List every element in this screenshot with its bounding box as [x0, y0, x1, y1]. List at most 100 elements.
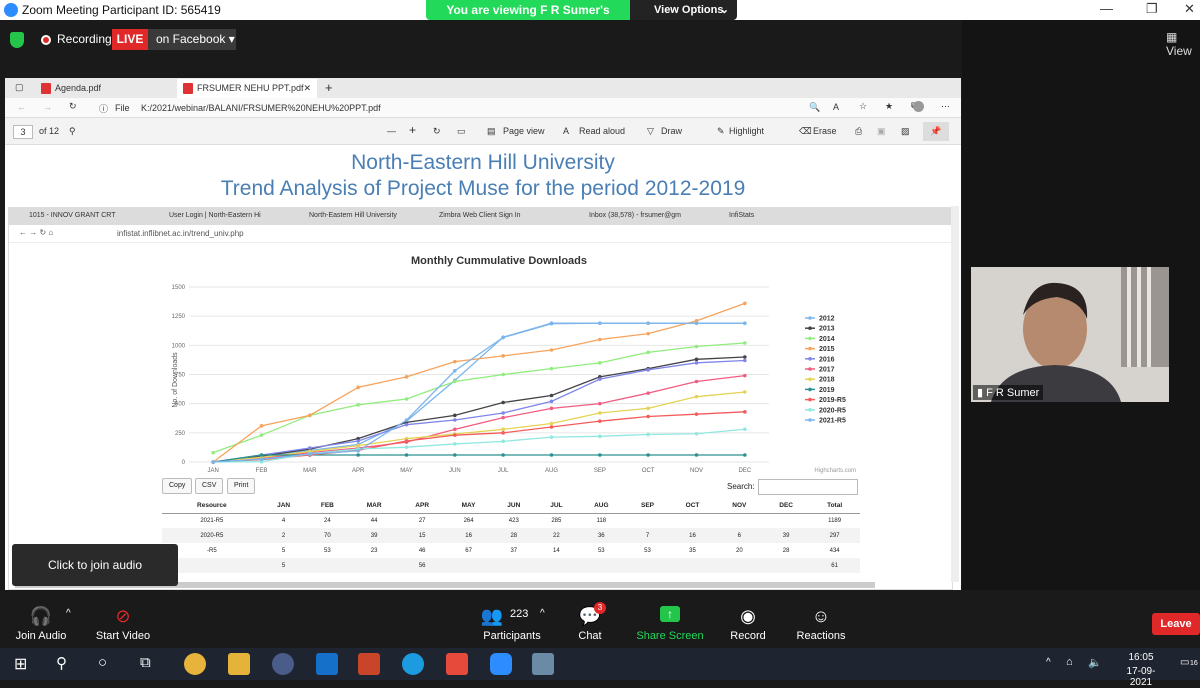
close-icon[interactable]: ✕: [1184, 1, 1195, 17]
data-point-2019: [549, 453, 554, 457]
draw-button[interactable]: Draw: [661, 126, 682, 136]
x-tick-label: FEB: [256, 468, 268, 474]
participants-chevron-icon[interactable]: ^: [540, 608, 545, 619]
data-point-2015: [501, 354, 505, 358]
read-aloud-button[interactable]: Read aloud: [579, 126, 625, 136]
page-view-button[interactable]: Page view: [503, 126, 545, 136]
security-shield-icon[interactable]: [10, 32, 24, 48]
legend-item: 2014: [819, 336, 835, 343]
fit-page-icon[interactable]: ▭: [457, 126, 466, 137]
scrollbar[interactable]: [951, 206, 959, 582]
more-menu-icon[interactable]: ⋯: [941, 101, 950, 112]
rotate-icon[interactable]: ↻: [433, 126, 441, 137]
tab-agenda-pdf[interactable]: Agenda.pdf: [35, 79, 175, 98]
participant-name: F R Sumer: [986, 387, 1040, 399]
shared-screen[interactable]: ▢ Agenda.pdf FRSUMER NEHU PPT.pdf ✕ + ← …: [5, 78, 961, 590]
anydesk-icon[interactable]: [446, 653, 468, 675]
save-as-icon[interactable]: ▨: [901, 126, 910, 137]
participant-video-tile[interactable]: [971, 267, 1169, 402]
zoom-icon[interactable]: 🔍: [809, 102, 820, 113]
gallery-view-button[interactable]: ▦ View: [1166, 30, 1200, 58]
table-cell: 20: [735, 547, 743, 554]
table-cell: 1189: [828, 517, 842, 524]
favorites-icon[interactable]: ★: [885, 101, 893, 112]
data-point-2013: [694, 357, 699, 362]
windows-start-icon[interactable]: ⊞: [14, 654, 27, 674]
highlight-button[interactable]: Highlight: [729, 126, 764, 136]
x-tick-label: JUN: [449, 468, 461, 474]
save-icon[interactable]: ▣: [877, 126, 886, 137]
url-field[interactable]: K:/2021/webinar/BALANI/FRSUMER%20NEHU%20…: [141, 103, 381, 113]
zoom-out-button[interactable]: —: [387, 126, 396, 136]
forward-icon[interactable]: →: [43, 102, 52, 112]
profile-avatar[interactable]: [913, 101, 924, 112]
search-icon[interactable]: ⚲: [69, 126, 76, 137]
data-point-2021-R5: [211, 460, 215, 464]
table-cell: 67: [465, 547, 472, 554]
new-tab-button[interactable]: +: [325, 80, 333, 95]
live-badge[interactable]: LIVE: [112, 29, 148, 50]
data-point-2020-R5: [694, 431, 699, 436]
legend-marker: [808, 397, 812, 402]
chat-label: Chat: [578, 630, 602, 642]
edge-icon[interactable]: [402, 653, 424, 675]
tray-overflow-icon[interactable]: ^: [1046, 657, 1051, 668]
share-screen-button[interactable]: ↑ Share Screen: [632, 590, 708, 648]
media-player-icon[interactable]: [272, 653, 294, 675]
join-audio-tooltip[interactable]: Click to join audio: [12, 544, 178, 586]
file-explorer-icon[interactable]: [228, 653, 250, 675]
reactions-button[interactable]: ☺ Reactions: [790, 590, 852, 648]
search-icon[interactable]: ⚲: [56, 654, 67, 672]
record-label: Record: [730, 630, 766, 642]
page-number-input[interactable]: 3: [13, 125, 33, 139]
table-header-cell: Total: [809, 498, 860, 514]
x-tick-label: DEC: [738, 468, 751, 474]
refresh-icon[interactable]: ↻: [69, 101, 77, 112]
table-cell: [763, 558, 810, 573]
legend-item: 2020-R5: [819, 407, 846, 414]
print-icon[interactable]: ⎙: [855, 126, 862, 137]
taskbar-clock[interactable]: 16:05 17-09-2021: [1116, 652, 1166, 688]
start-video-button[interactable]: ⊘ Start Video: [88, 590, 158, 648]
record-button[interactable]: ◉ Record: [724, 590, 772, 648]
audio-options-chevron-icon[interactable]: ^: [66, 608, 71, 619]
zoom-in-button[interactable]: +: [409, 123, 416, 137]
favorite-star-icon[interactable]: ☆: [859, 101, 867, 112]
close-tab-icon[interactable]: ✕: [303, 83, 311, 94]
read-aloud-icon[interactable]: A: [833, 102, 839, 112]
tab-frsumer-pdf[interactable]: FRSUMER NEHU PPT.pdf ✕: [177, 79, 317, 98]
notification-icon[interactable]: ▭: [1180, 657, 1189, 668]
paint-icon[interactable]: [532, 653, 554, 675]
data-point-2019: [598, 453, 602, 457]
chart-title: Monthly Cummulative Downloads: [411, 255, 587, 267]
table-cell: 70: [305, 528, 350, 543]
chrome-icon[interactable]: [184, 653, 206, 675]
chat-button[interactable]: 💬 3 Chat: [566, 590, 614, 648]
inner-tab: North-Eastern Hill University: [309, 212, 397, 219]
erase-button[interactable]: Erase: [813, 126, 837, 136]
participants-button[interactable]: 👥 223 Participants: [462, 590, 562, 648]
back-icon[interactable]: ←: [17, 102, 26, 112]
inner-tab-strip: 1015 - INNOV GRANT CRT User Login | Nort…: [9, 208, 954, 225]
view-options-button[interactable]: View Options ⌄: [630, 0, 737, 20]
table-cell: 28: [491, 528, 536, 543]
restore-icon[interactable]: ❐: [1146, 1, 1158, 17]
network-icon[interactable]: ⌂: [1066, 656, 1073, 668]
volume-muted-icon[interactable]: 🔈: [1088, 656, 1102, 669]
task-view-icon[interactable]: ⧉: [140, 654, 151, 671]
outlook-icon[interactable]: [316, 653, 338, 675]
table-cell: [669, 513, 715, 528]
live-on-facebook-dropdown[interactable]: on Facebook ▾: [148, 29, 236, 50]
table-cell: 39: [763, 528, 810, 543]
pin-toolbar-icon[interactable]: 📌: [923, 122, 949, 141]
cortana-icon[interactable]: ○: [98, 654, 107, 671]
data-point-2016: [549, 399, 554, 404]
minimize-icon[interactable]: —: [1100, 1, 1113, 16]
powerpoint-icon[interactable]: [358, 653, 380, 675]
data-point-2016: [308, 446, 312, 450]
tab-actions-icon[interactable]: ▢: [15, 82, 24, 93]
zoom-app-icon[interactable]: [490, 653, 512, 675]
leave-button[interactable]: Leave: [1152, 613, 1200, 635]
join-audio-button[interactable]: 🎧 Join Audio: [8, 590, 74, 648]
legend-item: 2017: [819, 367, 835, 374]
